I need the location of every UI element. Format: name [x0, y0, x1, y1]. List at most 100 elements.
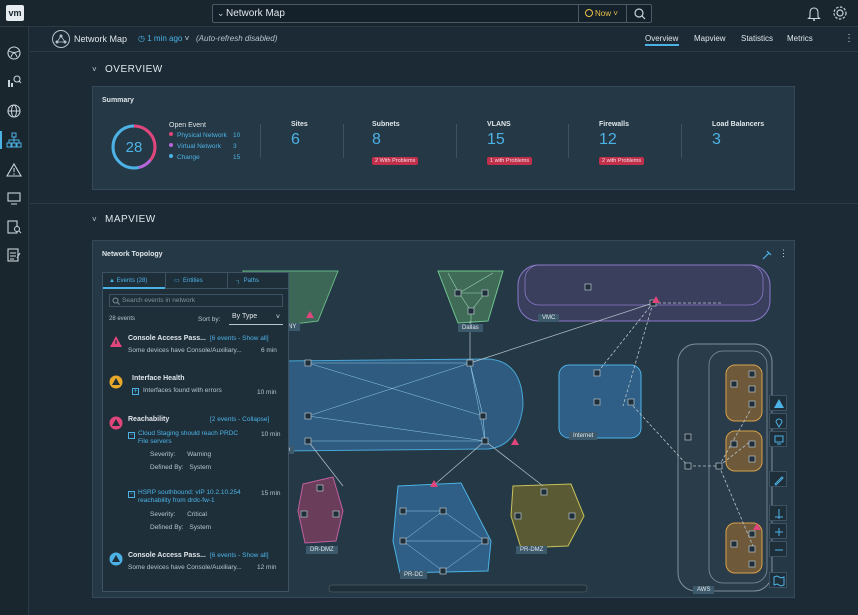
open-event-label: Virtual Network: [177, 143, 221, 150]
map-label-dallas[interactable]: Dallas: [458, 324, 483, 332]
tab-entities[interactable]: ▭ Entities: [165, 273, 227, 289]
open-event-row[interactable]: Physical Network 10: [169, 132, 240, 139]
open-events-total: 28: [126, 139, 143, 156]
time-selector-label: Now: [595, 9, 612, 18]
zoom-out-button[interactable]: [769, 541, 787, 557]
collapse-icon[interactable]: −: [128, 432, 135, 439]
sub-event-title-line2[interactable]: File servers: [138, 438, 172, 445]
refresh-clock-icon: ◷: [138, 34, 145, 43]
search-query[interactable]: Network Map: [226, 8, 285, 19]
monitor-icon[interactable]: [6, 190, 22, 206]
tab-metrics[interactable]: Metrics: [787, 34, 813, 43]
problem-badge[interactable]: 2 With Problems: [372, 157, 419, 165]
show-all-link[interactable]: [6 events - Show all]: [210, 335, 269, 342]
overview-section-title[interactable]: OVERVIEW: [105, 64, 163, 75]
refresh-time-dropdown[interactable]: ◷ 1 min ago ˅: [138, 34, 189, 43]
left-sidebar: [0, 27, 29, 615]
expand-icon[interactable]: +: [132, 388, 139, 395]
location-button[interactable]: [769, 413, 787, 429]
monitor-filter-button[interactable]: [769, 431, 787, 447]
metric-sites[interactable]: Sites 6: [291, 121, 308, 149]
tab-paths[interactable]: ┐ Paths: [227, 273, 288, 289]
legend-dot: [169, 154, 173, 158]
alerts-filter-button[interactable]: [769, 395, 787, 411]
network-map-icon: [52, 30, 70, 48]
more-options-icon[interactable]: ⋮: [844, 33, 854, 44]
metric-firewalls[interactable]: Firewalls 12 2 with Problems: [599, 121, 645, 167]
sort-select[interactable]: By Type ˅: [229, 313, 283, 325]
defined-by-value: System: [189, 524, 212, 531]
bell-icon[interactable]: [807, 6, 821, 21]
minus-icon: [775, 549, 783, 551]
map-label-dr-dmz[interactable]: DR-DMZ: [306, 546, 338, 554]
critical-alert-icon: [109, 416, 123, 430]
search-icon: [112, 297, 120, 305]
map-label-pr-dc[interactable]: PR-DC: [400, 571, 427, 579]
tab-entities-label: Entities: [183, 278, 203, 284]
time-selector[interactable]: Now ˅: [578, 5, 626, 22]
show-all-link[interactable]: [6 events - Show all]: [210, 552, 269, 559]
sub-event-title-text: HSRP southbound: vIP 10.2.10.254: [138, 489, 241, 496]
tab-paths-label: Paths: [243, 278, 259, 284]
problem-badge[interactable]: 1 with Problems: [487, 157, 533, 165]
search-analytics-icon[interactable]: [6, 74, 22, 90]
globe-icon[interactable]: [6, 103, 22, 119]
tab-overview[interactable]: Overview: [645, 34, 678, 43]
alert-icon[interactable]: [6, 162, 22, 178]
open-event-row[interactable]: Virtual Network 3: [169, 143, 237, 150]
gear-icon[interactable]: [832, 5, 848, 21]
tab-mapview[interactable]: Mapview: [694, 34, 726, 43]
collapse-link[interactable]: [2 events - Collapse]: [210, 416, 269, 423]
metric-value: 12: [599, 131, 617, 148]
topology-icon[interactable]: [6, 132, 22, 148]
metric-vlans[interactable]: VLANS 15 1 with Problems: [487, 121, 533, 167]
metric-load-balancers[interactable]: Load Balancers 3: [712, 121, 764, 149]
divider: [681, 124, 682, 158]
events-panel: ▲ Events (28) ▭ Entities ┐ Paths Search …: [102, 272, 289, 592]
edit-button[interactable]: [769, 471, 787, 487]
map-label-aws[interactable]: AWS: [693, 586, 715, 594]
sort-value: By Type: [232, 313, 258, 320]
map-label-vmc[interactable]: VMC: [538, 314, 560, 322]
tab-statistics[interactable]: Statistics: [741, 34, 773, 43]
global-search-bar[interactable]: ⌄ Network Map Now ˅: [212, 4, 652, 23]
metric-subnets[interactable]: Subnets 8 2 With Problems: [372, 121, 419, 167]
checklist-icon[interactable]: [6, 247, 22, 263]
event-count: 28 events: [109, 316, 136, 322]
network-globe-icon[interactable]: [6, 45, 22, 61]
collapse-icon[interactable]: −: [128, 491, 135, 498]
events-search-input[interactable]: Search events in network: [109, 294, 283, 307]
search-button[interactable]: [626, 5, 652, 22]
tab-events[interactable]: ▲ Events (28): [103, 273, 165, 289]
sub-event-title-line2[interactable]: reachability from drdc-fw-1: [138, 497, 215, 504]
vmware-logo[interactable]: vm: [6, 5, 24, 21]
zoom-slider[interactable]: [769, 505, 787, 521]
zoom-in-button[interactable]: [769, 523, 787, 539]
collapse-mapview-icon[interactable]: ˅: [92, 215, 97, 224]
open-event-row[interactable]: Change 15: [169, 154, 240, 161]
plus-icon: [775, 528, 783, 536]
collapse-overview-icon[interactable]: ˅: [92, 65, 97, 74]
event-time: 10 min: [257, 389, 277, 396]
legend-dot: [169, 143, 173, 147]
open-event-count: 3: [233, 143, 237, 150]
map-label-internet[interactable]: Internet: [569, 432, 598, 440]
defined-by-label: Defined By:: [150, 524, 184, 531]
severity-label: Severity:: [150, 511, 176, 518]
mapview-section-title[interactable]: MAPVIEW: [105, 214, 156, 225]
metric-label: Sites: [291, 121, 308, 128]
monitor-icon: [774, 435, 784, 445]
map-view-button[interactable]: [769, 572, 787, 588]
search-report-icon[interactable]: [6, 219, 22, 235]
metric-label: Firewalls: [599, 121, 629, 128]
events-panel-tabs: ▲ Events (28) ▭ Entities ┐ Paths: [103, 273, 288, 289]
event-title: Console Access Pass...: [128, 335, 206, 342]
map-label-pr-dmz[interactable]: PR-DMZ: [516, 546, 548, 554]
open-event-count: 10: [233, 132, 241, 139]
sort-label: Sort by:: [198, 316, 221, 323]
location-pin-icon: [775, 418, 783, 428]
clock-icon: [585, 9, 593, 17]
defined-by-label: Defined By:: [150, 464, 184, 471]
chevron-down-icon[interactable]: ⌄: [217, 8, 225, 19]
problem-badge[interactable]: 2 with Problems: [599, 157, 645, 165]
